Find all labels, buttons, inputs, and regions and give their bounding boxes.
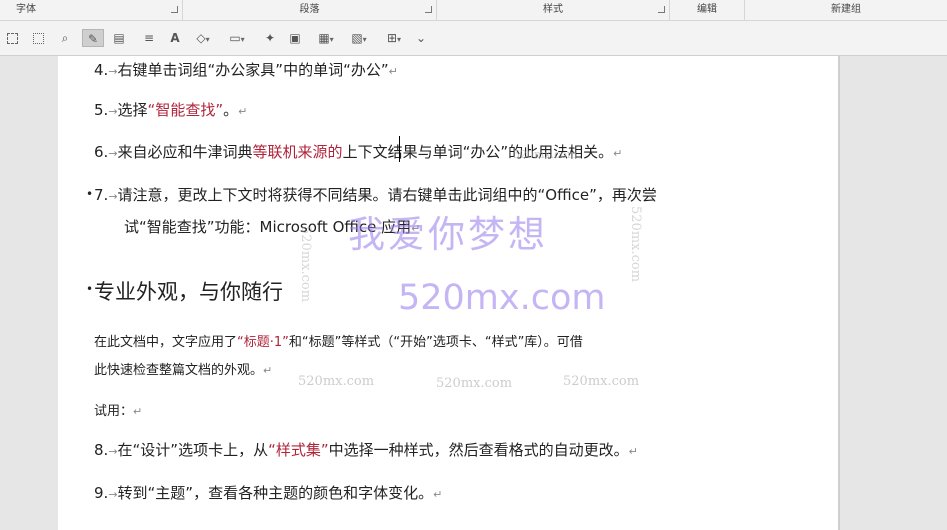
ribbon-group-new: 新建组: [745, 0, 947, 20]
customize-toolbar-icon[interactable]: ⌄: [414, 29, 428, 47]
list-item-8: 8.→在“设计”选项卡上，从“样式集”中选择一种样式，然后查看格式的自动更改。↵: [94, 439, 638, 460]
ribbon-group-editing: 编辑: [670, 0, 745, 20]
heading-text: 专业外观，与你随行: [94, 280, 283, 304]
watermark-url: 520mx.com: [398, 278, 606, 318]
list-text: 选择: [117, 101, 148, 119]
tab-mark: →: [108, 190, 118, 203]
list-number: 8.: [94, 441, 109, 459]
list-number: 7.: [94, 186, 109, 204]
list-item-9: 9.→转到“主题”，查看各种主题的颜色和字体变化。↵: [94, 482, 442, 503]
shapes-dropdown-icon[interactable]: ◇▾: [190, 29, 216, 47]
highlighted-text: 等联机来源的: [252, 143, 343, 161]
list-item-7-line1: 7.→请注意，更改上下文时将获得不同结果。请右键单击此词组中的“Office”，…: [94, 184, 657, 205]
body-text: 在此文档中，文字应用了: [94, 335, 238, 350]
borders-caret-icon: ▾: [397, 35, 402, 44]
ribbon-group-editing-label: 编辑: [697, 4, 717, 15]
tab-mark: →: [108, 65, 118, 78]
body-text: 此快速检查整篇文档的外观。: [94, 363, 264, 378]
try-text: 试用：: [94, 404, 134, 419]
layout-caret-icon: ▾: [362, 35, 367, 44]
watermark-vertical-left: 520mx.com: [298, 226, 313, 303]
ribbon-group-styles-label: 样式: [543, 4, 563, 15]
font-dialog-launcher-icon[interactable]: [171, 6, 178, 13]
styles-dialog-launcher-icon[interactable]: [658, 6, 665, 13]
group-objects-icon[interactable]: [30, 29, 46, 47]
format-painter-icon[interactable]: ✎: [82, 29, 104, 47]
list-text: 在“设计”选项卡上，从: [117, 441, 269, 459]
ribbon-group-font: 字体: [0, 0, 183, 20]
text-cursor: [399, 136, 400, 162]
list-format-icon[interactable]: ≡: [140, 29, 158, 47]
table-caret-icon: ▾: [329, 35, 334, 44]
list-item-5: 5.→选择“智能查找”。↵: [94, 99, 247, 120]
text-style-icon[interactable]: A: [168, 29, 182, 47]
body-paragraph-line2: 此快速检查整篇文档的外观。↵: [94, 359, 272, 378]
list-text: 来自必应和牛津词典: [117, 143, 253, 161]
tab-mark: →: [108, 105, 118, 118]
watermark-small-2: 520mx.com: [436, 376, 513, 391]
paragraph-dialog-launcher-icon[interactable]: [425, 6, 432, 13]
ribbon-group-paragraph-label: 段落: [299, 4, 320, 15]
paragraph-mark: ↵: [238, 105, 248, 118]
list-text: 请注意，更改上下文时将获得不同结果。请右键单击此词组中的“Office”，再次尝: [117, 186, 657, 204]
list-number: 6.: [94, 143, 109, 161]
paragraph-mark: ↵: [628, 445, 638, 458]
list-text: 转到“主题”，查看各种主题的颜色和字体变化。: [117, 484, 434, 502]
ribbon-group-paragraph: 段落: [183, 0, 437, 20]
watermark-slogan: 我爱你梦想: [348, 213, 548, 256]
tab-mark: →: [108, 445, 118, 458]
body-paragraph-line1: 在此文档中，文字应用了“标题·1”和“标题”等样式（“开始”选项卡、“样式”库）…: [94, 331, 583, 350]
document-page[interactable]: 4.→右键单击词组“办公家具”中的单词“办公”↵ 5.→选择“智能查找”。↵ 6…: [58, 56, 838, 530]
paragraph-mark: ↵: [433, 488, 443, 501]
watermark-small-1: 520mx.com: [298, 374, 375, 389]
picture-dropdown-icon[interactable]: ▭▾: [222, 29, 252, 47]
highlighted-text: “标题·1”: [237, 335, 289, 350]
body-text: 和“标题”等样式（“开始”选项卡、“样式”库）。可借: [288, 335, 583, 350]
text-effect-icon[interactable]: ✦: [262, 29, 278, 47]
layout-dropdown-icon[interactable]: ▧▾: [344, 29, 374, 47]
list-text: 右键单击词组“办公家具”中的单词“办公”: [117, 61, 389, 79]
insert-picture-icon[interactable]: ▣: [286, 29, 304, 47]
tab-mark: →: [108, 147, 118, 160]
ribbon-group-font-label: 字体: [16, 4, 36, 15]
tab-mark: →: [108, 488, 118, 501]
picture-caret-icon: ▾: [240, 35, 245, 44]
list-number: 4.: [94, 61, 109, 79]
try-label: 试用：↵: [94, 400, 142, 419]
list-number: 9.: [94, 484, 109, 502]
highlighted-text: “样式集”: [268, 441, 329, 459]
heading-bullet: •: [86, 282, 94, 296]
table-dropdown-icon[interactable]: ▦▾: [312, 29, 340, 47]
watermark-faint-center: 520mx.com: [513, 148, 578, 161]
watermark-small-3: 520mx.com: [563, 374, 640, 389]
list-item-4: 4.→右键单击词组“办公家具”中的单词“办公”↵: [94, 59, 398, 80]
list-number: 5.: [94, 101, 109, 119]
document-body[interactable]: 4.→右键单击词组“办公家具”中的单词“办公”↵ 5.→选择“智能查找”。↵ 6…: [58, 56, 838, 530]
page-edge-shadow: [838, 56, 840, 530]
ribbon-group-new-label: 新建组: [831, 4, 861, 15]
paragraph-bullet: •: [86, 187, 94, 201]
borders-dropdown-icon[interactable]: ⊞▾: [380, 29, 408, 47]
paragraph-mark: ↵: [388, 65, 398, 78]
document-check-icon[interactable]: ▤: [110, 29, 128, 47]
ribbon-group-bar: 字体 段落 样式 编辑 新建组: [0, 0, 947, 21]
watermark-vertical-right: 520mx.com: [628, 206, 643, 283]
paragraph-mark: ↵: [263, 364, 273, 377]
shapes-caret-icon: ▾: [205, 35, 210, 44]
list-text-end: 。: [223, 101, 239, 119]
select-frame-icon[interactable]: [4, 29, 20, 47]
highlighted-text: “智能查找”: [147, 101, 224, 119]
ribbon-group-styles: 样式: [437, 0, 670, 20]
list-text-end: 中选择一种样式，然后查看格式的自动更改。: [328, 441, 629, 459]
quick-toolbar: ⌕ ✎ ▤ ≡ A ◇▾ ▭▾ ✦ ▣ ▦▾ ▧▾ ⊞▾ ⌄: [0, 21, 947, 56]
paragraph-mark: ↵: [133, 405, 143, 418]
paragraph-mark: ↵: [613, 147, 623, 160]
zoom-preview-icon[interactable]: ⌕: [56, 29, 74, 47]
section-heading: 专业外观，与你随行: [94, 276, 283, 306]
